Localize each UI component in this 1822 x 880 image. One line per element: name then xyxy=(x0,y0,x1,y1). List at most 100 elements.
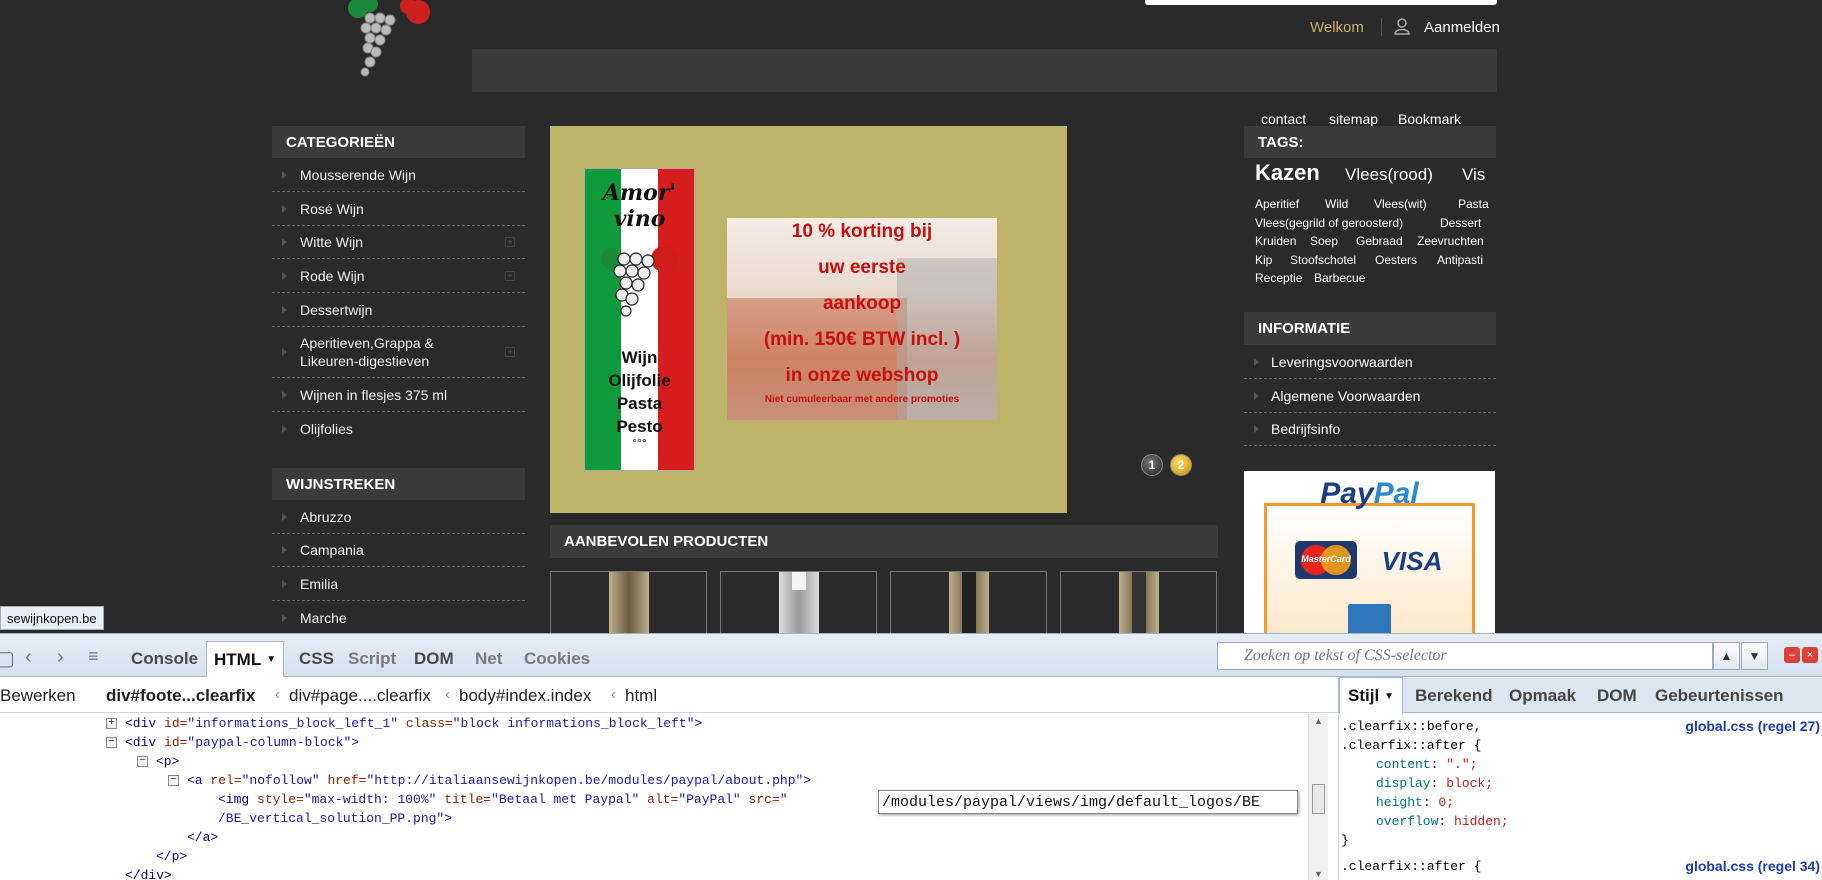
tag-link[interactable]: Pasta xyxy=(1458,197,1489,211)
product-thumb[interactable] xyxy=(720,571,877,633)
tab-css[interactable]: CSS xyxy=(292,641,341,677)
tab-script[interactable]: Script xyxy=(341,641,403,677)
tag-link[interactable]: Vlees(gegrild of geroosterd) xyxy=(1255,216,1403,230)
minimize-icon[interactable]: – xyxy=(1784,647,1800,663)
html-scrollbar[interactable]: ▲ ▼ xyxy=(1308,714,1328,880)
category-item[interactable]: Aperitieven,Grappa & Likeuren-digestieve… xyxy=(272,327,525,378)
tab-side-dom[interactable]: DOM xyxy=(1589,678,1645,713)
breadcrumb-item[interactable]: div#foote...clearfix xyxy=(106,686,255,706)
tag-link[interactable]: Soep xyxy=(1310,234,1338,248)
top-search-bar[interactable] xyxy=(1145,0,1497,5)
breadcrumb-item[interactable]: body#index.index xyxy=(459,686,591,706)
info-item[interactable]: Bedrijfsinfo xyxy=(1244,413,1496,446)
css-search-input[interactable]: Zoeken op tekst of CSS-selector xyxy=(1217,642,1713,670)
html-node-line[interactable]: <div id="paypal-column-block"> xyxy=(125,733,359,752)
tag-link[interactable]: Kip xyxy=(1255,253,1272,267)
category-item[interactable]: Dessertwijn xyxy=(272,293,525,327)
tag-link[interactable]: Vlees(wit) xyxy=(1374,197,1427,211)
chevron-down-icon[interactable]: ▼ xyxy=(266,654,276,665)
category-item[interactable]: Rosé Wijn xyxy=(272,192,525,226)
scroll-up-icon[interactable]: ▲ xyxy=(1314,716,1323,726)
tag-link[interactable]: Vis xyxy=(1462,165,1485,185)
region-item[interactable]: Marche xyxy=(272,601,525,633)
category-item[interactable]: Olijfolies xyxy=(272,412,525,446)
css-declaration[interactable]: display: block; xyxy=(1376,774,1493,793)
tab-style[interactable]: Stijl ▼ xyxy=(1339,677,1404,714)
collapse-node-icon[interactable]: − xyxy=(168,775,179,786)
product-thumb[interactable] xyxy=(550,571,707,633)
slider-page-1[interactable]: 1 xyxy=(1141,454,1163,476)
scroll-thumb[interactable] xyxy=(1312,784,1325,814)
tag-link[interactable]: Dessert xyxy=(1440,216,1481,230)
tab-computed[interactable]: Berekend xyxy=(1407,678,1500,713)
product-thumb[interactable] xyxy=(890,571,1047,633)
chevron-down-icon[interactable]: ▼ xyxy=(1384,691,1394,702)
tag-link[interactable]: Barbecue xyxy=(1314,271,1365,285)
search-next-button[interactable]: ▼ xyxy=(1741,642,1768,670)
edit-button[interactable]: Bewerken xyxy=(0,686,76,706)
tab-events[interactable]: Gebeurtenissen xyxy=(1647,678,1792,713)
expand-icon[interactable]: + xyxy=(505,270,515,281)
html-node-line[interactable]: <p> xyxy=(156,752,179,771)
command-line-icon[interactable]: ≡ xyxy=(88,646,99,667)
tag-link[interactable]: Antipasti xyxy=(1437,253,1483,267)
inspect-icon[interactable]: ▢ xyxy=(0,646,15,671)
css-declaration[interactable]: height: 0; xyxy=(1376,793,1454,812)
tag-link[interactable]: Zeevruchten xyxy=(1417,234,1484,248)
tab-console[interactable]: Console xyxy=(124,641,205,677)
slider-page-2[interactable]: 2 xyxy=(1170,454,1192,476)
region-item[interactable]: Abruzzo xyxy=(272,500,525,534)
tab-dom[interactable]: DOM xyxy=(407,641,461,677)
tab-net[interactable]: Net xyxy=(468,641,509,677)
region-item[interactable]: Emilia xyxy=(272,567,525,601)
tag-link[interactable]: Aperitief xyxy=(1255,197,1299,211)
css-source-link[interactable]: global.css (regel 34) xyxy=(1685,858,1820,874)
region-item[interactable]: Campania xyxy=(272,534,525,567)
tab-html[interactable]: HTML ▼ xyxy=(206,641,285,677)
html-node-line[interactable]: </p> xyxy=(156,847,187,866)
expand-node-icon[interactable]: + xyxy=(106,718,117,729)
css-selector[interactable]: .clearfix::after { xyxy=(1341,736,1481,755)
breadcrumb-item[interactable]: html xyxy=(625,686,657,706)
tag-link[interactable]: Oesters xyxy=(1375,253,1417,267)
user-icon[interactable] xyxy=(1393,17,1411,35)
product-thumb[interactable] xyxy=(1060,571,1217,633)
tag-link[interactable]: Kazen xyxy=(1255,160,1320,186)
paypal-block[interactable]: PayPal MasterCard VISA xyxy=(1244,471,1495,633)
collapse-node-icon[interactable]: − xyxy=(137,756,148,767)
css-declaration[interactable]: overflow: hidden; xyxy=(1376,812,1509,831)
close-icon[interactable]: × xyxy=(1802,647,1818,663)
login-link[interactable]: Aanmelden xyxy=(1424,19,1500,36)
html-node-line[interactable]: /BE_vertical_solution_PP.png"> xyxy=(218,809,452,828)
tab-cookies[interactable]: Cookies xyxy=(517,641,597,677)
html-node-line[interactable]: </a> xyxy=(187,828,218,847)
css-source-link[interactable]: global.css (regel 27) xyxy=(1685,718,1820,734)
category-item[interactable]: Rode Wijn + xyxy=(272,259,525,293)
tag-link[interactable]: Receptie xyxy=(1255,271,1302,285)
info-item[interactable]: Leveringsvoorwaarden xyxy=(1244,345,1496,379)
tab-layout[interactable]: Opmaak xyxy=(1501,678,1584,713)
tag-link[interactable]: Vlees(rood) xyxy=(1345,165,1433,185)
info-item[interactable]: Algemene Voorwaarden xyxy=(1244,379,1496,413)
breadcrumb-item[interactable]: div#page....clearfix xyxy=(289,686,431,706)
tag-link[interactable]: Stoofschotel xyxy=(1290,253,1356,267)
tag-link[interactable]: Gebraad xyxy=(1356,234,1403,248)
category-item[interactable]: Wijnen in flesjes 375 ml xyxy=(272,378,525,412)
back-icon[interactable]: ‹ xyxy=(25,646,32,669)
expand-icon[interactable]: + xyxy=(505,347,515,357)
bookmark-link[interactable]: Bookmark xyxy=(1398,111,1461,127)
html-node-line[interactable]: </div> xyxy=(125,866,172,880)
collapse-node-icon[interactable]: − xyxy=(106,737,117,748)
html-node-line[interactable]: <a rel="nofollow" href="http://italiaans… xyxy=(187,771,811,790)
html-node-line[interactable]: <div id="informations_block_left_1" clas… xyxy=(125,714,702,733)
scroll-down-icon[interactable]: ▼ xyxy=(1314,869,1323,879)
forward-icon[interactable]: › xyxy=(57,646,64,669)
expand-icon[interactable]: + xyxy=(505,237,515,247)
html-node-line[interactable]: <img style="max-width: 100%" title="Beta… xyxy=(218,790,788,809)
contact-link[interactable]: contact xyxy=(1261,111,1306,127)
sitemap-link[interactable]: sitemap xyxy=(1329,111,1378,127)
css-declaration[interactable]: content: "."; xyxy=(1376,755,1477,774)
search-prev-button[interactable]: ▲ xyxy=(1713,642,1740,670)
tag-link[interactable]: Kruiden xyxy=(1255,234,1296,248)
css-selector[interactable]: .clearfix::before, xyxy=(1341,717,1481,736)
